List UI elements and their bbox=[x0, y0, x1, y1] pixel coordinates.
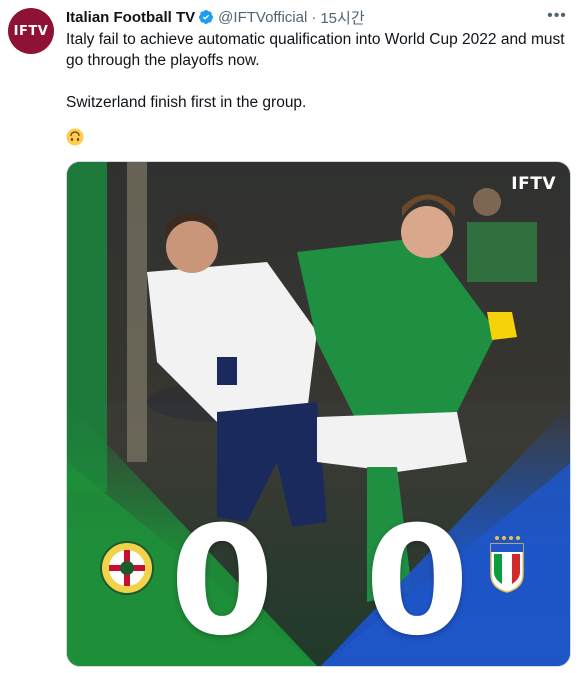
italia-crest-icon bbox=[490, 536, 524, 593]
tweet-media-image[interactable]: IFTV 0 0 bbox=[66, 161, 571, 667]
author-handle[interactable]: @IFTVofficial bbox=[218, 9, 307, 26]
away-score: 0 bbox=[364, 495, 470, 667]
verified-badge-icon bbox=[199, 10, 214, 24]
author-name[interactable]: Italian Football TV bbox=[66, 9, 195, 26]
avatar[interactable]: IFTV bbox=[8, 8, 54, 54]
tweet-header: Italian Football TV @IFTVofficial · 15시간 bbox=[66, 7, 365, 27]
tweet-timestamp[interactable]: 15시간 bbox=[320, 7, 364, 28]
home-score: 0 bbox=[169, 495, 275, 667]
more-icon: ••• bbox=[547, 7, 567, 24]
separator-dot: · bbox=[311, 8, 317, 26]
tweet-text: Italy fail to achieve automatic qualific… bbox=[66, 29, 566, 113]
more-options-button[interactable]: ••• bbox=[546, 6, 568, 26]
tweet-text-line: Switzerland finish first in the group. bbox=[66, 94, 307, 111]
brand-logo: IFTV bbox=[511, 174, 556, 194]
tweet: IFTV Italian Football TV @IFTVofficial ·… bbox=[0, 0, 578, 673]
northern-ireland-crest-icon bbox=[100, 541, 154, 595]
upside-down-face-emoji-icon bbox=[66, 128, 84, 146]
avatar-text: IFTV bbox=[13, 23, 49, 39]
tweet-text-line: Italy fail to achieve automatic qualific… bbox=[66, 31, 565, 69]
